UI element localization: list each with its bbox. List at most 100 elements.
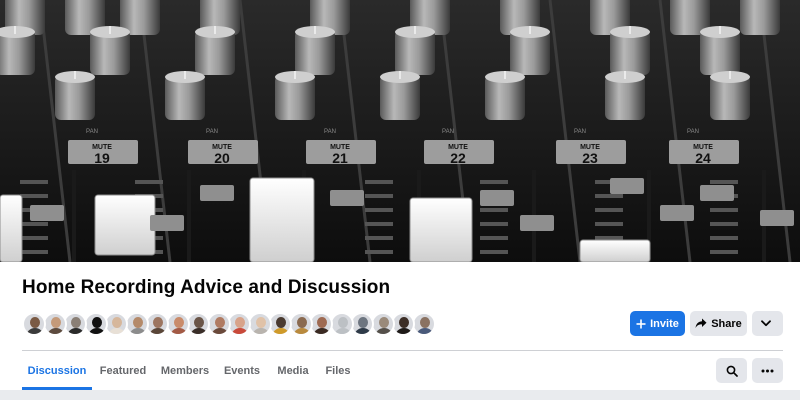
member-avatar[interactable] [247, 312, 272, 336]
fader-scale-mark [595, 222, 623, 226]
avatar-face [235, 317, 245, 328]
fader-slot [72, 170, 76, 262]
avatar-face [358, 317, 368, 328]
avatar-face [255, 317, 266, 328]
avatar-face [194, 317, 204, 328]
tab-label: Media [277, 364, 309, 377]
avatar-shoulders [292, 328, 311, 334]
fader-scale-mark [365, 208, 393, 212]
tab-media[interactable]: Media [274, 351, 312, 390]
search-icon [726, 365, 738, 377]
console-knob [395, 26, 435, 75]
avatar-face [112, 317, 122, 328]
avatar-shoulders [26, 328, 44, 334]
feed-background [0, 390, 800, 400]
fader-scale-mark [20, 250, 48, 254]
fader-scale-mark [20, 194, 48, 198]
console-button [700, 185, 734, 201]
avatar-face [153, 317, 163, 328]
fader-slot [187, 170, 191, 262]
member-avatar[interactable] [186, 312, 210, 336]
console-knob [510, 26, 550, 75]
member-avatar[interactable] [124, 312, 149, 336]
fader-cap [249, 177, 315, 262]
console-knob [275, 71, 315, 120]
mixing-console-image: MUTE19PANMUTE20PANMUTE21PANMUTE22PANMUTE… [0, 0, 800, 262]
avatar-shoulders [210, 328, 229, 334]
fader-scale-mark [365, 250, 393, 254]
group-name[interactable]: Home Recording Advice and Discussion [22, 277, 390, 299]
avatar-face [317, 317, 327, 328]
channel-number: 19 [94, 150, 110, 166]
pan-text: PAN [687, 129, 699, 135]
invite-button[interactable]: Invite [630, 311, 685, 336]
member-avatar[interactable] [165, 312, 190, 336]
avatar-shoulders [67, 328, 85, 334]
member-avatar[interactable] [288, 312, 313, 336]
member-avatar[interactable] [370, 312, 395, 336]
tab-label: Events [223, 364, 261, 377]
fader-scale-mark [135, 180, 163, 184]
console-knob [605, 71, 645, 120]
invite-label: Invite [650, 317, 679, 330]
member-avatar[interactable] [206, 312, 231, 336]
more-options-dropdown-button[interactable] [752, 311, 783, 336]
plus-icon [636, 319, 646, 328]
tab-label: Members [160, 364, 210, 377]
member-avatar[interactable] [42, 312, 67, 336]
member-avatar[interactable] [268, 312, 292, 336]
avatar-face [399, 317, 409, 328]
tab-label: Files [325, 364, 351, 377]
avatar-face [214, 317, 225, 328]
avatar-shoulders [395, 328, 413, 334]
tab-members[interactable]: Members [156, 351, 214, 390]
console-button [330, 190, 364, 206]
member-avatar[interactable] [63, 312, 87, 336]
avatar-face [132, 317, 143, 328]
member-avatar[interactable] [227, 312, 251, 336]
console-knob [700, 26, 740, 75]
member-avatar[interactable] [391, 312, 415, 336]
avatar-face [173, 317, 184, 328]
member-avatar[interactable] [329, 312, 354, 336]
avatar-shoulders [231, 328, 249, 334]
fader-scale-mark [480, 236, 508, 240]
member-avatar[interactable] [411, 312, 436, 336]
group-header: Home Recording Advice and Discussion Inv… [0, 262, 800, 390]
overflow-menu-button[interactable] [752, 358, 783, 383]
fader-scale-mark [480, 250, 508, 254]
pan-text: PAN [86, 129, 98, 135]
tab-featured[interactable]: Featured [95, 351, 151, 390]
member-avatar[interactable] [104, 312, 128, 336]
member-avatar[interactable] [350, 312, 374, 336]
fader-scale-mark [480, 208, 508, 212]
tab-events[interactable]: Events [221, 351, 263, 390]
search-group-button[interactable] [716, 358, 747, 383]
fader-scale-mark [20, 236, 48, 240]
fader-cap [409, 197, 473, 262]
pan-text: PAN [574, 129, 586, 135]
console-button [150, 215, 184, 231]
console-button [30, 205, 64, 221]
fader-scale-mark [710, 208, 738, 212]
channel-number: 22 [450, 150, 466, 166]
member-avatar[interactable] [83, 312, 108, 336]
member-avatar[interactable] [145, 312, 169, 336]
console-knob [55, 71, 95, 120]
fader-scale-mark [365, 222, 393, 226]
member-avatar[interactable] [309, 312, 333, 336]
chevron-down-icon [760, 320, 771, 327]
console-knob [485, 71, 525, 120]
avatar-face [91, 317, 102, 328]
tab-files[interactable]: Files [323, 351, 353, 390]
console-knob [295, 26, 335, 75]
avatar-shoulders [374, 328, 393, 334]
console-knob [710, 71, 750, 120]
fader-cap [579, 239, 651, 262]
console-knob [610, 26, 650, 75]
fader-scale-mark [710, 222, 738, 226]
avatar-shoulders [149, 328, 167, 334]
member-avatar[interactable] [22, 312, 46, 336]
tab-discussion[interactable]: Discussion [22, 351, 92, 390]
share-button[interactable]: Share [690, 311, 747, 336]
